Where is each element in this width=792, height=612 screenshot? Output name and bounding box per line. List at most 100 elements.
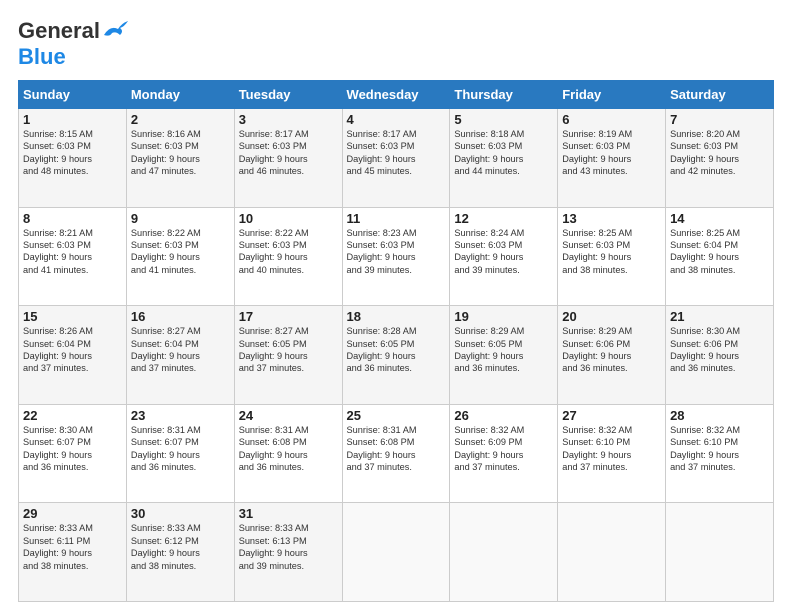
weekday-header-sunday: Sunday: [19, 81, 127, 109]
cell-info: Sunrise: 8:32 AMSunset: 6:10 PMDaylight:…: [562, 424, 661, 474]
cell-info: Sunrise: 8:15 AMSunset: 6:03 PMDaylight:…: [23, 128, 122, 178]
weekday-header-friday: Friday: [558, 81, 666, 109]
logo-bird-icon: [102, 21, 128, 41]
weekday-header-thursday: Thursday: [450, 81, 558, 109]
cell-info: Sunrise: 8:23 AMSunset: 6:03 PMDaylight:…: [347, 227, 446, 277]
logo-general: General: [18, 18, 100, 44]
day-number: 3: [239, 112, 338, 127]
cell-info: Sunrise: 8:20 AMSunset: 6:03 PMDaylight:…: [670, 128, 769, 178]
day-cell-6: 6Sunrise: 8:19 AMSunset: 6:03 PMDaylight…: [558, 109, 666, 208]
day-number: 30: [131, 506, 230, 521]
day-cell-4: 4Sunrise: 8:17 AMSunset: 6:03 PMDaylight…: [342, 109, 450, 208]
day-number: 4: [347, 112, 446, 127]
day-cell-13: 13Sunrise: 8:25 AMSunset: 6:03 PMDayligh…: [558, 207, 666, 306]
day-number: 28: [670, 408, 769, 423]
day-number: 23: [131, 408, 230, 423]
cell-info: Sunrise: 8:21 AMSunset: 6:03 PMDaylight:…: [23, 227, 122, 277]
day-cell-29: 29Sunrise: 8:33 AMSunset: 6:11 PMDayligh…: [19, 503, 127, 602]
day-cell-3: 3Sunrise: 8:17 AMSunset: 6:03 PMDaylight…: [234, 109, 342, 208]
logo: General Blue: [18, 18, 128, 70]
cell-info: Sunrise: 8:29 AMSunset: 6:05 PMDaylight:…: [454, 325, 553, 375]
logo-blue: Blue: [18, 44, 66, 70]
day-number: 27: [562, 408, 661, 423]
cell-info: Sunrise: 8:33 AMSunset: 6:12 PMDaylight:…: [131, 522, 230, 572]
day-cell-16: 16Sunrise: 8:27 AMSunset: 6:04 PMDayligh…: [126, 306, 234, 405]
empty-cell: [558, 503, 666, 602]
day-cell-1: 1Sunrise: 8:15 AMSunset: 6:03 PMDaylight…: [19, 109, 127, 208]
day-cell-12: 12Sunrise: 8:24 AMSunset: 6:03 PMDayligh…: [450, 207, 558, 306]
day-number: 18: [347, 309, 446, 324]
day-number: 13: [562, 211, 661, 226]
day-number: 19: [454, 309, 553, 324]
page: General Blue SundayMondayTuesdayWednesda…: [0, 0, 792, 612]
day-cell-31: 31Sunrise: 8:33 AMSunset: 6:13 PMDayligh…: [234, 503, 342, 602]
day-cell-19: 19Sunrise: 8:29 AMSunset: 6:05 PMDayligh…: [450, 306, 558, 405]
day-number: 20: [562, 309, 661, 324]
cell-info: Sunrise: 8:32 AMSunset: 6:09 PMDaylight:…: [454, 424, 553, 474]
day-number: 29: [23, 506, 122, 521]
day-cell-9: 9Sunrise: 8:22 AMSunset: 6:03 PMDaylight…: [126, 207, 234, 306]
weekday-header-wednesday: Wednesday: [342, 81, 450, 109]
day-cell-25: 25Sunrise: 8:31 AMSunset: 6:08 PMDayligh…: [342, 404, 450, 503]
weekday-header-saturday: Saturday: [666, 81, 774, 109]
cell-info: Sunrise: 8:22 AMSunset: 6:03 PMDaylight:…: [239, 227, 338, 277]
empty-cell: [666, 503, 774, 602]
cell-info: Sunrise: 8:31 AMSunset: 6:08 PMDaylight:…: [239, 424, 338, 474]
cell-info: Sunrise: 8:19 AMSunset: 6:03 PMDaylight:…: [562, 128, 661, 178]
day-cell-20: 20Sunrise: 8:29 AMSunset: 6:06 PMDayligh…: [558, 306, 666, 405]
day-cell-10: 10Sunrise: 8:22 AMSunset: 6:03 PMDayligh…: [234, 207, 342, 306]
day-cell-18: 18Sunrise: 8:28 AMSunset: 6:05 PMDayligh…: [342, 306, 450, 405]
empty-cell: [342, 503, 450, 602]
day-cell-28: 28Sunrise: 8:32 AMSunset: 6:10 PMDayligh…: [666, 404, 774, 503]
day-number: 22: [23, 408, 122, 423]
cell-info: Sunrise: 8:25 AMSunset: 6:04 PMDaylight:…: [670, 227, 769, 277]
day-cell-11: 11Sunrise: 8:23 AMSunset: 6:03 PMDayligh…: [342, 207, 450, 306]
day-cell-5: 5Sunrise: 8:18 AMSunset: 6:03 PMDaylight…: [450, 109, 558, 208]
day-cell-15: 15Sunrise: 8:26 AMSunset: 6:04 PMDayligh…: [19, 306, 127, 405]
day-number: 5: [454, 112, 553, 127]
day-number: 8: [23, 211, 122, 226]
cell-info: Sunrise: 8:33 AMSunset: 6:13 PMDaylight:…: [239, 522, 338, 572]
day-cell-2: 2Sunrise: 8:16 AMSunset: 6:03 PMDaylight…: [126, 109, 234, 208]
cell-info: Sunrise: 8:25 AMSunset: 6:03 PMDaylight:…: [562, 227, 661, 277]
day-cell-22: 22Sunrise: 8:30 AMSunset: 6:07 PMDayligh…: [19, 404, 127, 503]
weekday-header-monday: Monday: [126, 81, 234, 109]
cell-info: Sunrise: 8:27 AMSunset: 6:05 PMDaylight:…: [239, 325, 338, 375]
cell-info: Sunrise: 8:26 AMSunset: 6:04 PMDaylight:…: [23, 325, 122, 375]
cell-info: Sunrise: 8:30 AMSunset: 6:07 PMDaylight:…: [23, 424, 122, 474]
day-cell-17: 17Sunrise: 8:27 AMSunset: 6:05 PMDayligh…: [234, 306, 342, 405]
cell-info: Sunrise: 8:17 AMSunset: 6:03 PMDaylight:…: [347, 128, 446, 178]
day-number: 21: [670, 309, 769, 324]
cell-info: Sunrise: 8:31 AMSunset: 6:07 PMDaylight:…: [131, 424, 230, 474]
day-number: 7: [670, 112, 769, 127]
cell-info: Sunrise: 8:31 AMSunset: 6:08 PMDaylight:…: [347, 424, 446, 474]
day-cell-14: 14Sunrise: 8:25 AMSunset: 6:04 PMDayligh…: [666, 207, 774, 306]
day-number: 15: [23, 309, 122, 324]
day-number: 2: [131, 112, 230, 127]
calendar-table: SundayMondayTuesdayWednesdayThursdayFrid…: [18, 80, 774, 602]
day-number: 14: [670, 211, 769, 226]
day-number: 26: [454, 408, 553, 423]
day-number: 1: [23, 112, 122, 127]
cell-info: Sunrise: 8:27 AMSunset: 6:04 PMDaylight:…: [131, 325, 230, 375]
day-cell-27: 27Sunrise: 8:32 AMSunset: 6:10 PMDayligh…: [558, 404, 666, 503]
cell-info: Sunrise: 8:33 AMSunset: 6:11 PMDaylight:…: [23, 522, 122, 572]
day-cell-7: 7Sunrise: 8:20 AMSunset: 6:03 PMDaylight…: [666, 109, 774, 208]
day-cell-23: 23Sunrise: 8:31 AMSunset: 6:07 PMDayligh…: [126, 404, 234, 503]
day-number: 25: [347, 408, 446, 423]
day-cell-21: 21Sunrise: 8:30 AMSunset: 6:06 PMDayligh…: [666, 306, 774, 405]
cell-info: Sunrise: 8:32 AMSunset: 6:10 PMDaylight:…: [670, 424, 769, 474]
cell-info: Sunrise: 8:17 AMSunset: 6:03 PMDaylight:…: [239, 128, 338, 178]
empty-cell: [450, 503, 558, 602]
day-number: 11: [347, 211, 446, 226]
day-cell-30: 30Sunrise: 8:33 AMSunset: 6:12 PMDayligh…: [126, 503, 234, 602]
day-cell-8: 8Sunrise: 8:21 AMSunset: 6:03 PMDaylight…: [19, 207, 127, 306]
weekday-header-tuesday: Tuesday: [234, 81, 342, 109]
cell-info: Sunrise: 8:22 AMSunset: 6:03 PMDaylight:…: [131, 227, 230, 277]
day-number: 10: [239, 211, 338, 226]
cell-info: Sunrise: 8:28 AMSunset: 6:05 PMDaylight:…: [347, 325, 446, 375]
cell-info: Sunrise: 8:30 AMSunset: 6:06 PMDaylight:…: [670, 325, 769, 375]
cell-info: Sunrise: 8:18 AMSunset: 6:03 PMDaylight:…: [454, 128, 553, 178]
day-number: 31: [239, 506, 338, 521]
day-number: 12: [454, 211, 553, 226]
